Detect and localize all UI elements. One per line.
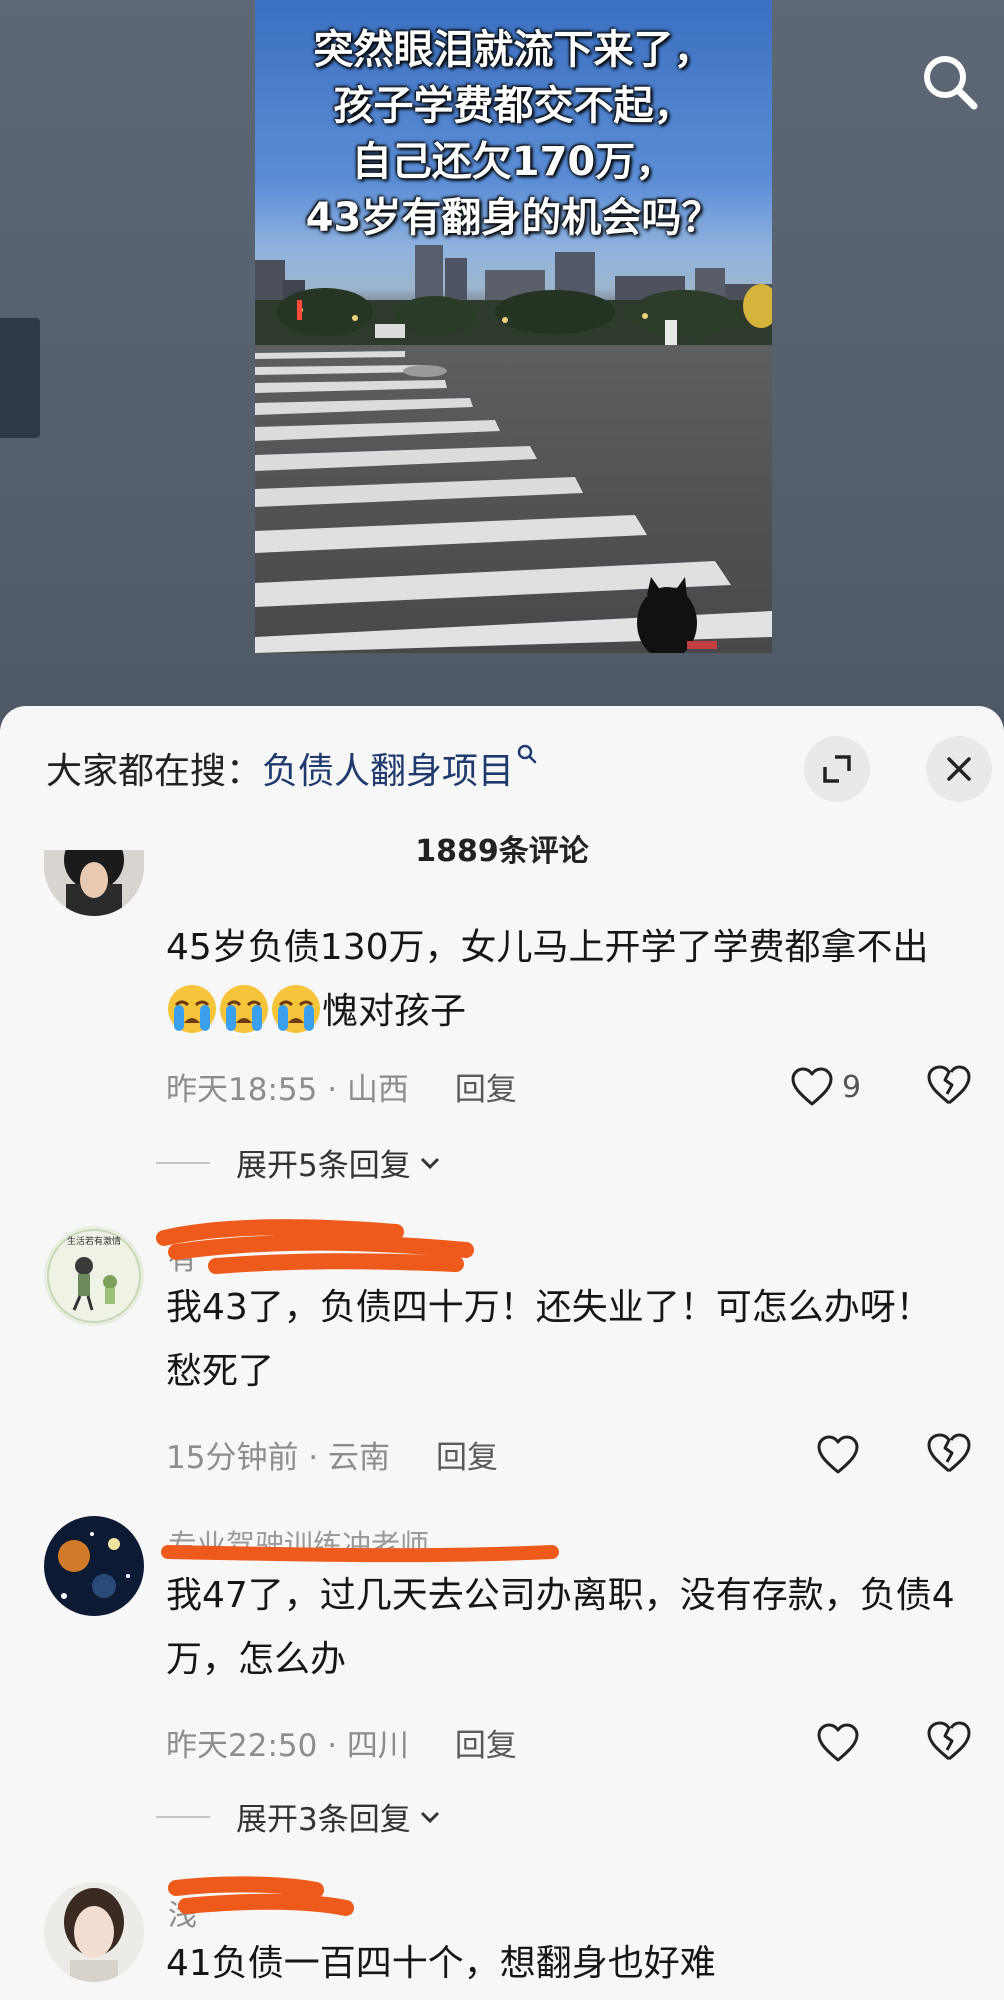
like-button[interactable] — [816, 1432, 860, 1478]
comment-time: 15分钟前 — [166, 1440, 299, 1476]
reply-button[interactable]: 回复 — [455, 1728, 517, 1764]
caption-line: 自己还欠170万， — [351, 139, 676, 185]
expand-replies-label: 展开3条回复 — [236, 1802, 411, 1838]
comment-text-part: 45岁负债130万，女儿马上开学了学费都拿不出 — [166, 927, 929, 968]
divider-line — [156, 1815, 210, 1818]
expand-replies-button[interactable]: 展开5条回复 — [156, 1140, 443, 1185]
chevron-down-icon — [420, 1157, 439, 1169]
redaction-scribble — [168, 1876, 354, 1916]
side-handle[interactable] — [0, 318, 40, 438]
search-button[interactable] — [914, 46, 986, 118]
like-count: 9 — [842, 1069, 862, 1105]
comment-location: 山西 — [346, 1072, 409, 1108]
app-root: 突然眼泪就流下来了， 孩子学费都交不起， 自己还欠170万， 43岁有翻身的机会… — [0, 0, 1004, 2000]
trending-search-bar[interactable]: 大家都在搜：负债人翻身项目 — [46, 742, 538, 802]
close-icon — [947, 757, 971, 781]
comment-text: 我47了，过几天去公司办离职，没有存款，负债4万，怎么办 — [166, 1575, 955, 1680]
avatar[interactable] — [44, 1516, 144, 1616]
comment-meta: 昨天22:50 · 四川 回复 — [166, 1720, 517, 1765]
reply-button[interactable]: 回复 — [455, 1072, 517, 1108]
crying-face-emoji — [220, 985, 268, 1033]
crosswalk — [255, 351, 772, 653]
comment-text-part: 愧对孩子 — [322, 991, 467, 1032]
heart-icon — [817, 1435, 859, 1474]
reply-button[interactable]: 回复 — [436, 1440, 498, 1476]
like-button[interactable] — [816, 1720, 860, 1766]
dislike-button[interactable] — [926, 1432, 972, 1478]
trending-keyword[interactable]: 负债人翻身项目 — [262, 751, 514, 792]
broken-heart-icon — [927, 1065, 971, 1105]
heart-icon — [817, 1723, 859, 1762]
comment-time: 昨天18:55 — [166, 1072, 318, 1108]
city-skyline — [255, 245, 772, 360]
avatar[interactable] — [44, 1882, 144, 1982]
chevron-down-icon — [420, 1811, 439, 1823]
small-search-icon — [517, 744, 537, 764]
comment-meta: 15分钟前 · 云南 回复 — [166, 1432, 498, 1477]
comment-location: 四川 — [346, 1728, 409, 1764]
broken-heart-icon — [927, 1433, 971, 1473]
trending-label: 大家都在搜： — [46, 751, 263, 792]
expand-replies-button[interactable]: 展开3条回复 — [156, 1794, 443, 1839]
expand-replies-label: 展开5条回复 — [236, 1148, 411, 1184]
comment-text: 我43了，负债四十万！还失业了！可怎么办呀！愁死了 — [166, 1287, 932, 1392]
video-player[interactable]: 突然眼泪就流下来了， 孩子学费都交不起， 自己还欠170万， 43岁有翻身的机会… — [255, 0, 772, 653]
crying-face-emoji — [168, 985, 216, 1033]
avatar[interactable] — [44, 850, 144, 916]
dislike-button[interactable] — [926, 1064, 972, 1110]
svg-text:生活若有激情: 生活若有激情 — [67, 1235, 121, 1247]
broken-heart-icon — [927, 1721, 971, 1761]
crying-face-emoji — [272, 985, 320, 1033]
separator: · — [298, 1440, 329, 1476]
fullscreen-button[interactable] — [804, 736, 870, 802]
heart-icon — [791, 1067, 833, 1106]
comment-text: 45岁负债130万，女儿马上开学了学费都拿不出愧对孩子 — [166, 916, 966, 1044]
comment-text: 41负债一百四十个，想翻身也好难 — [166, 1943, 716, 1984]
comment-panel: 大家都在搜：负债人翻身项目 1889条评论 45岁负债130万，女儿马上开学了学… — [0, 706, 1004, 2000]
caption-line: 突然眼泪就流下来了， — [313, 27, 714, 73]
search-icon — [924, 56, 978, 110]
dislike-button[interactable] — [926, 1720, 972, 1766]
avatar[interactable]: 生活若有激情 — [44, 1226, 144, 1326]
separator: · — [317, 1072, 347, 1108]
close-button[interactable] — [926, 736, 992, 802]
comment-meta: 昨天18:55 · 山西 回复 — [166, 1064, 517, 1109]
caption-line: 孩子学费都交不起， — [333, 83, 694, 129]
separator: · — [317, 1728, 347, 1764]
caption-line: 43岁有翻身的机会吗？ — [305, 195, 722, 241]
like-button[interactable]: 9 — [790, 1064, 861, 1110]
divider-line — [156, 1161, 210, 1164]
video-caption: 突然眼泪就流下来了， 孩子学费都交不起， 自己还欠170万， 43岁有翻身的机会… — [255, 22, 772, 246]
comment-time: 昨天22:50 — [166, 1728, 318, 1764]
comment-count: 1889条评论 — [415, 834, 589, 869]
expand-icon — [823, 755, 851, 783]
comment-location: 云南 — [328, 1440, 391, 1476]
